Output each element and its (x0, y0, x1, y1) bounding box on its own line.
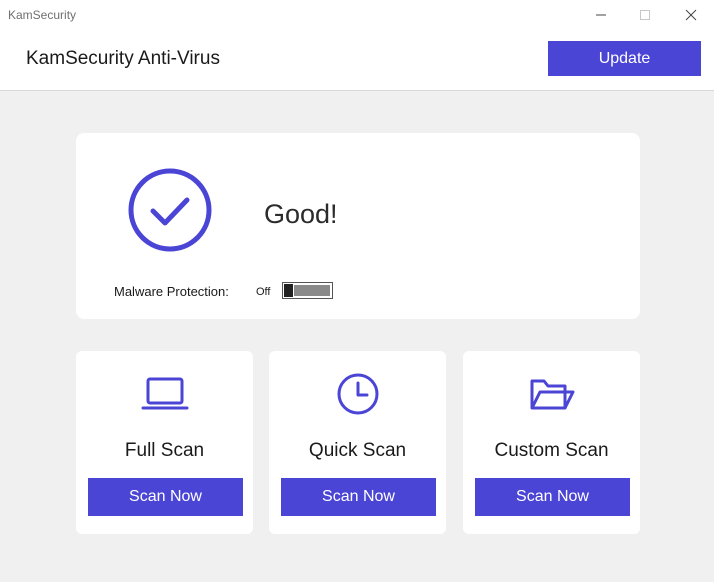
malware-protection-toggle[interactable] (282, 282, 333, 299)
clock-icon (337, 373, 378, 415)
app-name: KamSecurity Anti-Virus (26, 48, 220, 69)
app-header: KamSecurity Anti-Virus Update (0, 30, 714, 91)
quick-scan-card: Quick Scan Scan Now (269, 351, 446, 534)
custom-scan-title: Custom Scan (494, 440, 609, 461)
malware-protection-state: Off (256, 286, 271, 298)
window-title: KamSecurity (8, 8, 77, 22)
folder-open-icon (530, 379, 574, 410)
full-scan-button[interactable]: Scan Now (88, 478, 243, 516)
toggle-track (294, 285, 330, 296)
close-icon (685, 9, 697, 21)
maximize-button[interactable] (622, 0, 668, 30)
laptop-icon (141, 377, 188, 410)
custom-scan-button[interactable]: Scan Now (475, 478, 630, 516)
toggle-knob (284, 284, 293, 297)
status-card: Good! Malware Protection: Off (76, 133, 640, 319)
close-button[interactable] (668, 0, 714, 30)
malware-protection-label: Malware Protection: (114, 284, 229, 299)
minimize-button[interactable] (578, 0, 624, 30)
status-text: Good! (264, 199, 338, 229)
check-circle-icon (128, 168, 212, 252)
minimize-icon (596, 14, 606, 16)
full-scan-title: Full Scan (124, 440, 205, 461)
custom-scan-card: Custom Scan Scan Now (463, 351, 640, 534)
quick-scan-button[interactable]: Scan Now (281, 478, 436, 516)
full-scan-card: Full Scan Scan Now (76, 351, 253, 534)
update-button[interactable]: Update (548, 41, 701, 76)
quick-scan-title: Quick Scan (308, 440, 407, 461)
title-bar: KamSecurity (0, 0, 714, 30)
maximize-icon (640, 10, 650, 20)
